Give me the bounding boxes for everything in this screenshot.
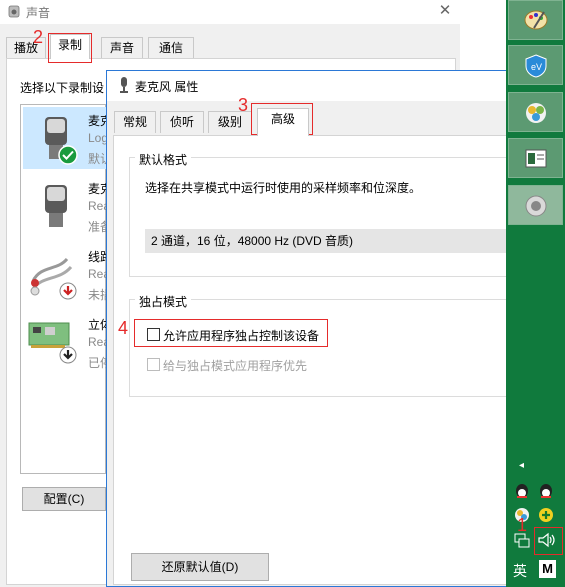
tab-sounds[interactable]: 声音 — [101, 37, 143, 59]
tab-general[interactable]: 常规 — [114, 111, 156, 133]
default-format-group — [129, 157, 513, 277]
list-item[interactable]: 线路 Rea 未插 — [23, 243, 112, 305]
tab-label: 侦听 — [169, 115, 194, 129]
annotation-number: 4 — [118, 318, 129, 338]
list-item[interactable]: 立体 Rea 已停 — [23, 311, 112, 373]
tab-label: 通信 — [158, 41, 183, 55]
tab-label: 声音 — [109, 41, 134, 55]
tab-communications[interactable]: 通信 — [148, 37, 194, 59]
exclusive-mode-label: 独占模式 — [135, 293, 192, 310]
tray-overflow-arrow[interactable]: ◂ — [519, 460, 524, 471]
annotation-number: 2 — [33, 27, 44, 47]
configure-button[interactable]: 配置(C) — [22, 487, 106, 511]
list-item[interactable]: 麦克 Rea 准备 — [23, 175, 112, 237]
taskbar-app-speaker[interactable] — [508, 185, 563, 225]
flower-icon — [526, 103, 546, 123]
device-list[interactable]: 麦克 Log 默认 麦克 Rea 准备 线路 Rea 未插 立体 Rea 已停 — [20, 104, 112, 474]
presentation-icon — [525, 149, 547, 168]
microphone-icon — [45, 117, 78, 165]
tab-listen[interactable]: 侦听 — [160, 111, 204, 133]
sample-rate-select[interactable]: 2 通道，16 位，48000 Hz (DVD 音质) — [145, 229, 509, 253]
speaker-icon — [8, 5, 20, 18]
tab-recording[interactable]: 录制 — [50, 34, 90, 59]
annotation-number: 3 — [238, 95, 249, 115]
annotation-box-volume — [534, 527, 563, 555]
svg-text:eV: eV — [531, 62, 542, 72]
qq-icon[interactable] — [514, 482, 530, 498]
palette-icon — [524, 10, 548, 30]
exclusive-priority-checkbox[interactable] — [147, 358, 160, 371]
annotation-number: 1 — [517, 515, 528, 535]
taskbar-app-paint[interactable] — [508, 0, 563, 40]
speaker-icon — [525, 195, 547, 217]
exclusive-mode-group — [129, 299, 513, 397]
shield-icon: eV — [525, 54, 547, 78]
sound-titlebar: 声音 ✕ — [0, 0, 460, 24]
taskbar-app-flower[interactable] — [508, 92, 563, 132]
sound-card-icon — [28, 322, 77, 364]
tab-label: 高级 — [270, 112, 295, 126]
line-in-cable-icon — [30, 257, 77, 300]
sound-description: 选择以下录制设 — [20, 81, 105, 95]
ime-language-indicator[interactable]: 英 — [513, 561, 527, 581]
tab-label: 级别 — [217, 115, 242, 129]
ime-mode-indicator[interactable]: M — [539, 560, 556, 578]
close-icon[interactable]: ✕ — [436, 2, 454, 20]
list-item[interactable]: 麦克 Log 默认 — [23, 107, 112, 169]
taskbar-app-security[interactable]: eV — [508, 45, 563, 85]
default-format-description: 选择在共享模式中运行时使用的采样频率和位深度。 — [145, 181, 422, 195]
sample-rate-value: 2 通道，16 位，48000 Hz (DVD 音质) — [151, 234, 354, 248]
plus-badge-icon[interactable] — [538, 507, 554, 523]
mic-window-title: 麦克风 属性 — [135, 80, 199, 94]
sound-window-title: 声音 — [26, 6, 51, 20]
taskbar-app-slides[interactable] — [508, 138, 563, 178]
qq-icon[interactable] — [538, 482, 554, 498]
exclusive-priority-label[interactable]: 给与独占模式应用程序优先 — [163, 357, 307, 374]
tab-label: 录制 — [57, 38, 82, 52]
check-badge — [58, 145, 78, 165]
restore-defaults-button[interactable]: 还原默认值(D) — [131, 553, 269, 581]
microphone-icon — [120, 77, 128, 93]
microphone-icon — [45, 185, 67, 227]
tab-advanced[interactable]: 高级 — [257, 108, 309, 136]
taskbar: eV ◂ 英 M — [506, 0, 565, 587]
tab-label: 常规 — [122, 115, 147, 129]
default-format-label: 默认格式 — [135, 151, 192, 168]
annotation-box-exclusive-checkbox — [134, 319, 328, 347]
mic-titlebar: 麦克风 属性 — [107, 71, 513, 101]
